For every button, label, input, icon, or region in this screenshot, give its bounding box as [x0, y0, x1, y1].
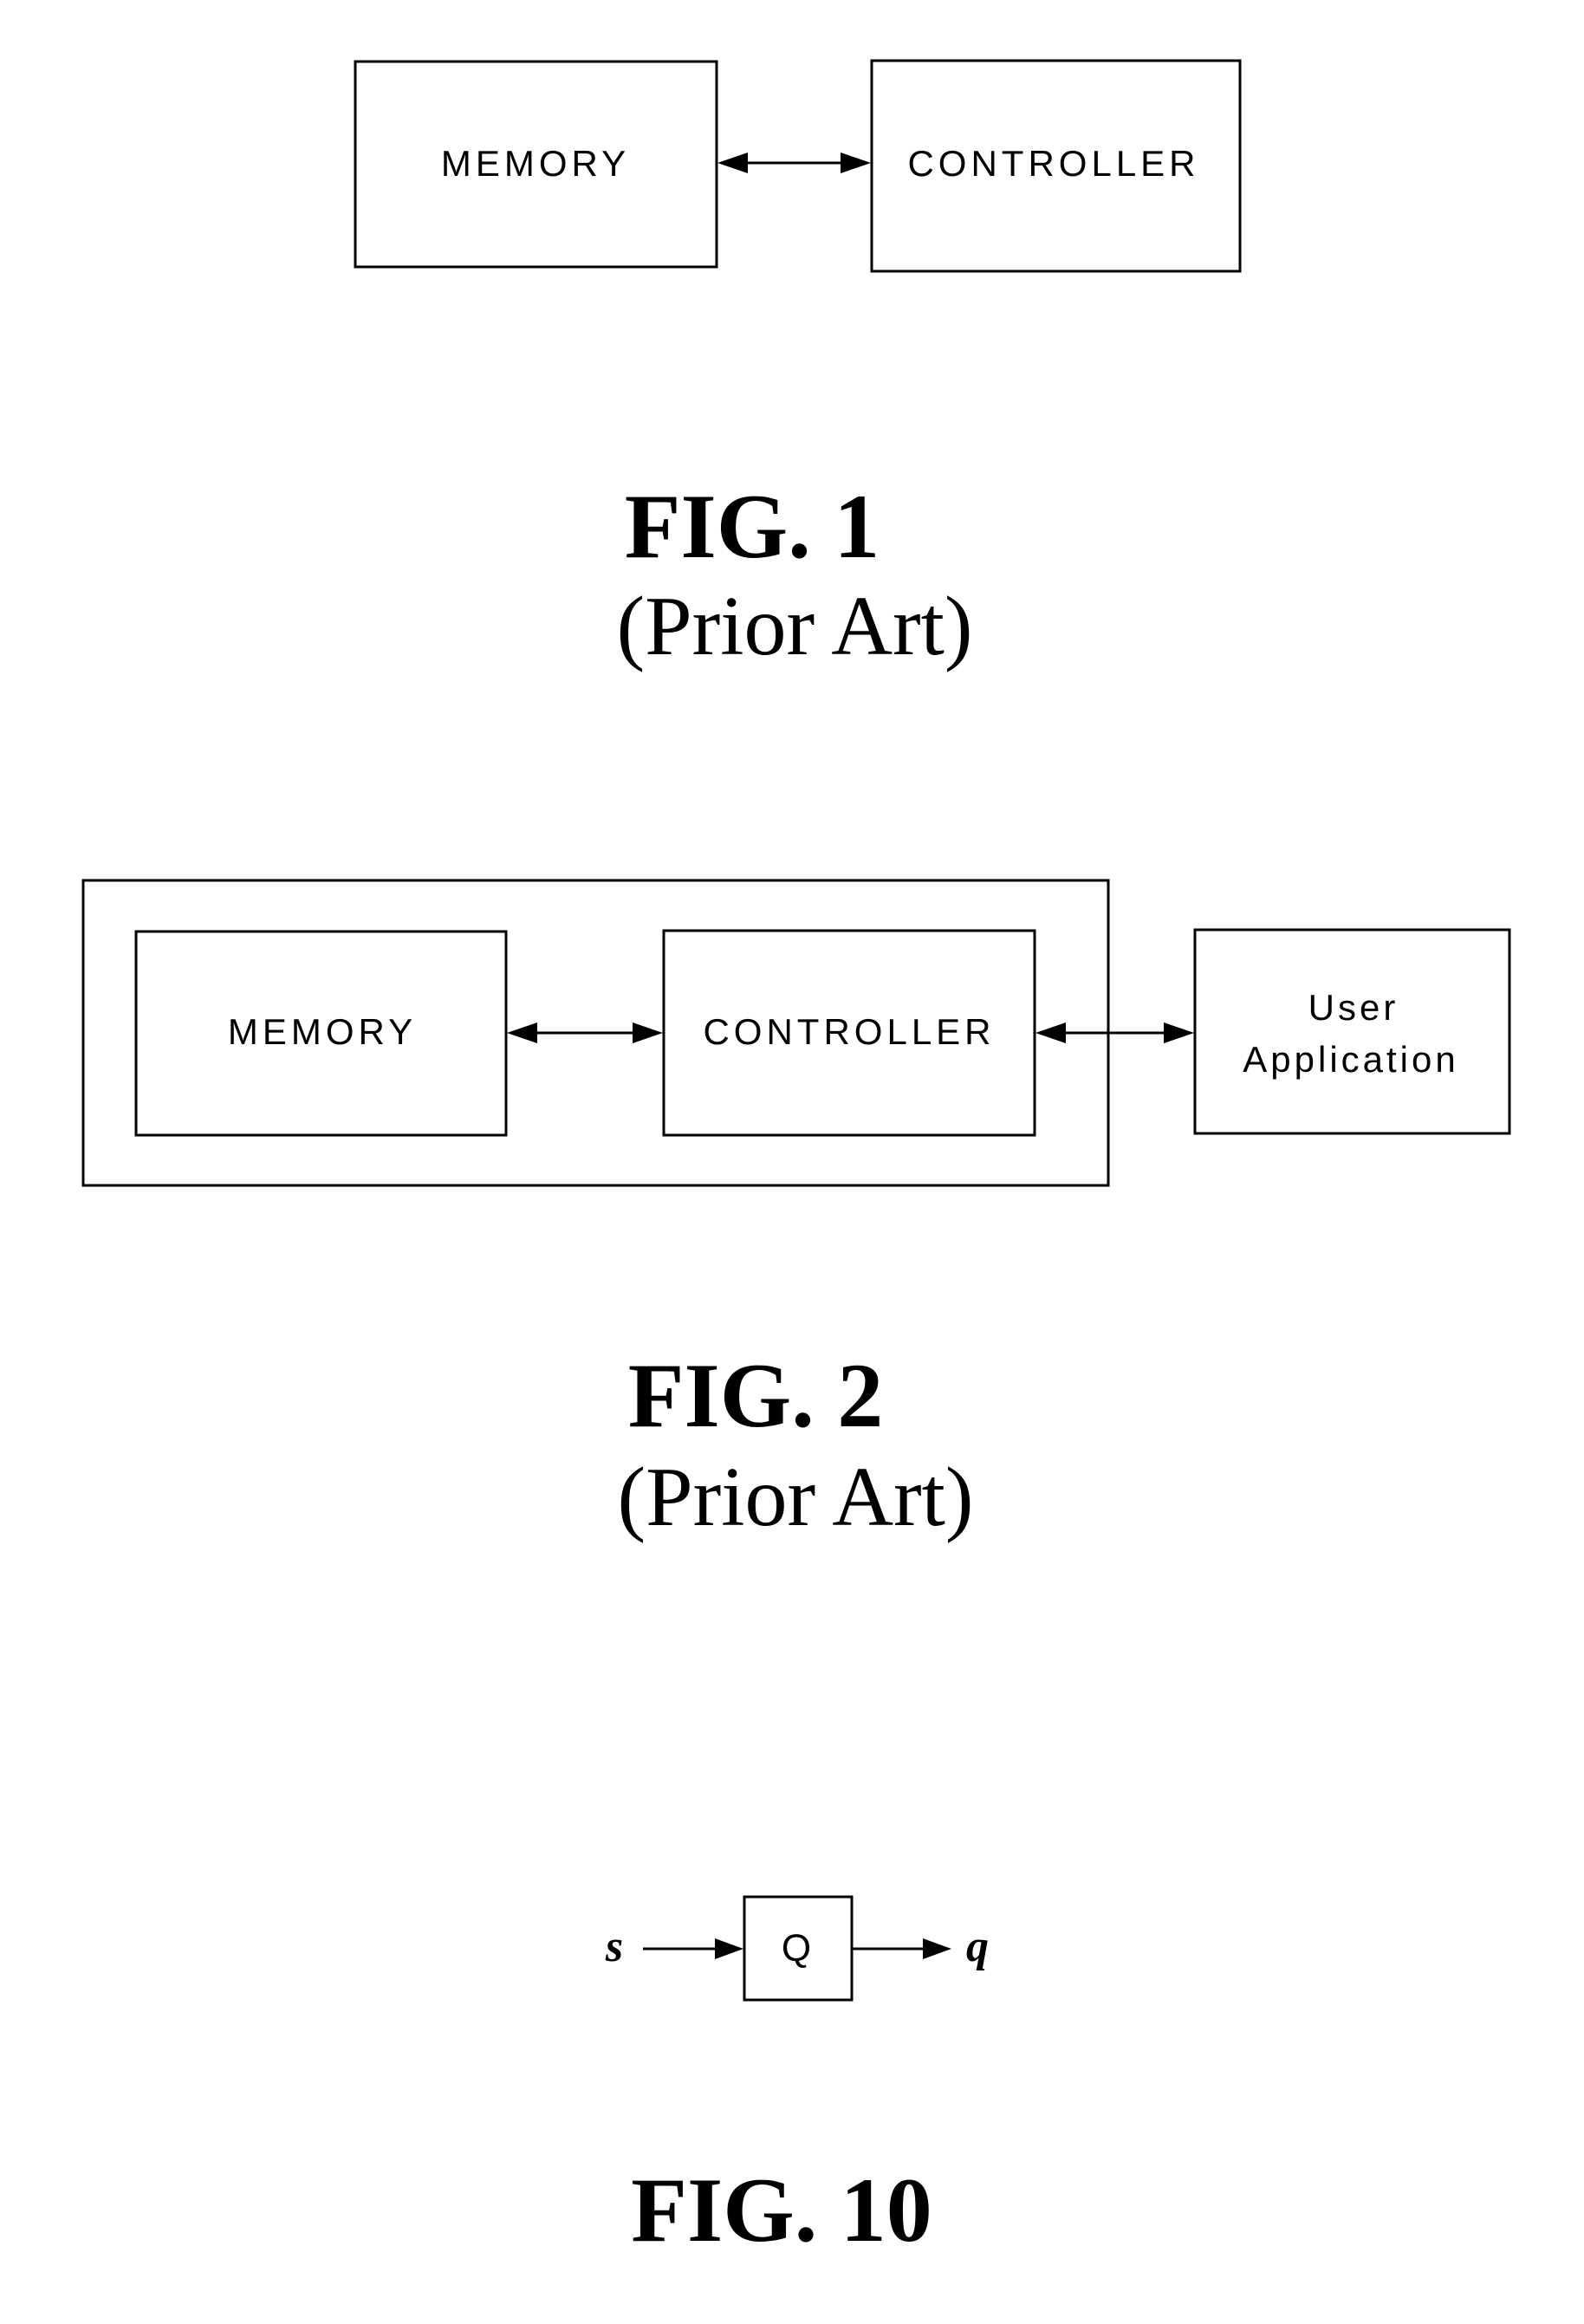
- figure-1: MEMORY CONTROLLER FIG. 1 (Prior Art): [354, 59, 1242, 673]
- fig10-quantizer-label: Q: [782, 1927, 811, 1970]
- arrowhead-left-icon: [507, 1022, 537, 1043]
- fig2-memory-label: MEMORY: [228, 1011, 417, 1052]
- fig2-controller-label: CONTROLLER: [703, 1011, 995, 1052]
- arrowhead-left-icon: [717, 153, 748, 173]
- arrowhead-right-icon: [1164, 1022, 1194, 1043]
- arrowhead-right-icon: [841, 153, 871, 173]
- fig1-subcaption: (Prior Art): [617, 580, 973, 673]
- fig2-subcaption: (Prior Art): [618, 1451, 974, 1544]
- fig10-caption: FIG. 10: [631, 2159, 932, 2261]
- fig1-memory-controller-arrow: [717, 153, 871, 173]
- arrowhead-right-icon: [715, 1938, 743, 1959]
- arrowhead-right-icon: [633, 1022, 663, 1043]
- fig1-controller-label: CONTROLLER: [907, 143, 1199, 184]
- fig10-input-variable: s: [605, 1922, 623, 1971]
- fig2-user-application-block: [1193, 928, 1511, 1135]
- fig2-controller-userapp-arrow: [1035, 1022, 1194, 1043]
- fig1-caption: FIG. 1: [625, 476, 880, 577]
- fig2-user-application-label-line2: Application: [1243, 1039, 1458, 1080]
- patent-figure-sheet: MEMORY CONTROLLER FIG. 1 (Prior Art) MEM…: [81, 59, 1511, 2261]
- fig2-user-application-label-line1: User: [1308, 987, 1399, 1028]
- fig10-output-arrow: [853, 1938, 951, 1959]
- fig10-input-arrow: [643, 1938, 743, 1959]
- arrowhead-left-icon: [1035, 1022, 1066, 1043]
- fig2-memory-controller-arrow: [507, 1022, 663, 1043]
- fig1-memory-label: MEMORY: [441, 143, 630, 184]
- arrowhead-right-icon: [923, 1938, 951, 1959]
- figure-2: MEMORY CONTROLLER User Application FIG. …: [81, 879, 1511, 1544]
- fig10-output-variable: q: [966, 1922, 989, 1971]
- figure-10: s Q q FIG. 10: [605, 1895, 989, 2261]
- fig2-caption: FIG. 2: [628, 1345, 883, 1446]
